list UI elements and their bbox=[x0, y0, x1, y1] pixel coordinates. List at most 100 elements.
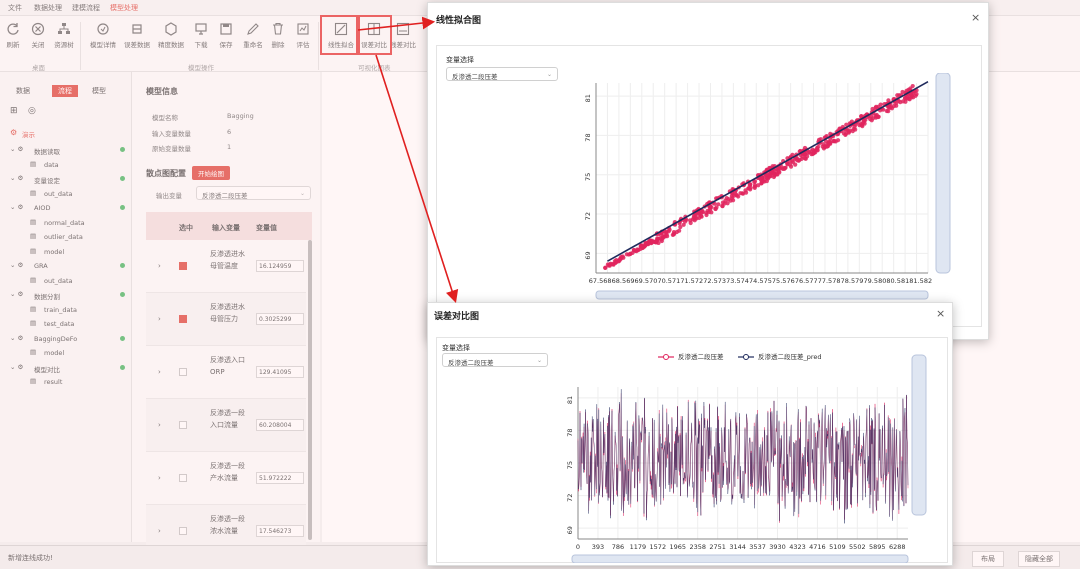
toolbar-divider bbox=[318, 22, 319, 70]
sidebar: 数据 流程 模型 ⊞ ◎ ⚙ 演示 ⌄ ⚙ 数据读取 ▤ data ⌄ ⚙ 变量设定 ▤ ou… bbox=[0, 72, 132, 542]
menu-model-processing[interactable]: 模型处理 bbox=[110, 3, 138, 13]
scatter-point bbox=[638, 246, 643, 252]
y-tick-label: 69 bbox=[566, 526, 574, 534]
tree-leaf[interactable]: train_data bbox=[44, 306, 77, 314]
close-button[interactable]: 关闭 bbox=[25, 22, 51, 62]
close-icon[interactable]: × bbox=[936, 307, 945, 320]
model-detail-button[interactable]: 模型详情 bbox=[90, 22, 116, 62]
x-tick-label: 1572 bbox=[650, 543, 667, 551]
x-tick-label: 72 bbox=[695, 277, 703, 285]
group-label-desktop: 桌面 bbox=[32, 64, 45, 72]
chevron-right-icon[interactable]: › bbox=[158, 474, 161, 482]
tab-model[interactable]: 模型 bbox=[92, 86, 106, 96]
input-var-name: 反渗透一段产水流量 bbox=[210, 462, 245, 482]
var-value-input[interactable]: 129.41095 bbox=[256, 366, 304, 378]
menu-file[interactable]: 文件 bbox=[8, 3, 22, 13]
scatter-point bbox=[884, 108, 889, 114]
refresh-button[interactable]: 刷新 bbox=[0, 22, 26, 62]
delete-button[interactable]: 删除 bbox=[265, 22, 291, 62]
tree-node[interactable]: 数据读取 bbox=[34, 146, 60, 156]
x-tick-label: 78 bbox=[832, 277, 840, 285]
menu-modeling-flow[interactable]: 建模流程 bbox=[72, 3, 100, 13]
error-compare-icon bbox=[367, 22, 381, 36]
chevron-right-icon[interactable]: › bbox=[158, 368, 161, 376]
tree-root[interactable]: 演示 bbox=[22, 129, 35, 139]
chevron-right-icon[interactable]: › bbox=[158, 315, 161, 323]
tree-node[interactable]: GRA bbox=[34, 262, 48, 270]
var-value-input[interactable]: 60.208004 bbox=[256, 419, 304, 431]
download-button[interactable]: 下载 bbox=[188, 22, 214, 62]
residual-compare-button[interactable]: 残差对比 bbox=[390, 22, 416, 62]
x-tick-label: 786 bbox=[612, 543, 624, 551]
error-data-button[interactable]: 误差数据 bbox=[124, 22, 150, 62]
series-line-pred bbox=[577, 389, 909, 524]
tree-node[interactable]: 模型对比 bbox=[34, 364, 60, 374]
error-compare-button[interactable]: 误差对比 bbox=[361, 22, 387, 62]
tree-leaf[interactable]: result bbox=[44, 378, 62, 386]
tree-leaf[interactable]: out_data bbox=[44, 190, 73, 198]
tree-node[interactable]: AIOD bbox=[34, 204, 51, 212]
locate-icon[interactable]: ◎ bbox=[28, 106, 36, 116]
tree-node[interactable]: BaggingDeFo bbox=[34, 335, 77, 343]
tree-leaf[interactable]: out_data bbox=[44, 277, 73, 285]
scatter-point bbox=[910, 83, 915, 89]
tree-leaf[interactable]: model bbox=[44, 349, 64, 357]
field-label: 原始变量数量 bbox=[152, 145, 191, 153]
header-input-var: 输入变量 bbox=[212, 224, 240, 232]
group-label-model-ops: 模型操作 bbox=[188, 64, 214, 72]
hide-all-button[interactable]: 隐藏全部 bbox=[1018, 551, 1060, 567]
var-select-label: 变量选择 bbox=[446, 56, 474, 64]
var-value-input[interactable]: 17.546273 bbox=[256, 525, 304, 537]
evaluate-button[interactable]: 评估 bbox=[290, 22, 316, 62]
tree-leaf[interactable]: normal_data bbox=[44, 219, 85, 227]
start-plot-button[interactable]: 开始绘图 bbox=[192, 166, 230, 180]
row-checkbox[interactable] bbox=[179, 315, 187, 323]
x-tick-label: 2751 bbox=[709, 543, 726, 551]
x-tick-label: 3144 bbox=[729, 543, 746, 551]
save-icon bbox=[220, 23, 232, 35]
field-value: Bagging bbox=[227, 112, 254, 120]
x-tick-label: 5502 bbox=[849, 543, 866, 551]
tree-leaf[interactable]: model bbox=[44, 248, 64, 256]
group-label-visual-charts: 可视化图表 bbox=[358, 64, 391, 72]
var-value-input[interactable]: 16.124959 bbox=[256, 260, 304, 272]
tab-data[interactable]: 数据 bbox=[16, 86, 30, 96]
chevron-right-icon[interactable]: › bbox=[158, 421, 161, 429]
resource-tree-button[interactable]: 资源树 bbox=[51, 22, 77, 62]
save-button[interactable]: 保存 bbox=[213, 22, 239, 62]
expand-all-icon[interactable]: ⊞ bbox=[10, 106, 18, 116]
chevron-right-icon[interactable]: › bbox=[158, 262, 161, 270]
tree-node[interactable]: 数据分割 bbox=[34, 291, 60, 301]
menu-data-processing[interactable]: 数据处理 bbox=[34, 3, 62, 13]
tree-leaf[interactable]: test_data bbox=[44, 320, 74, 328]
linear-fit-button[interactable]: 线性拟合 bbox=[328, 22, 354, 62]
row-checkbox[interactable] bbox=[179, 262, 187, 270]
tree-leaf[interactable]: data bbox=[44, 161, 59, 169]
node-icon: ⌄ ⚙ bbox=[10, 333, 24, 342]
chevron-right-icon[interactable]: › bbox=[158, 527, 161, 535]
tree-leaf[interactable]: outlier_data bbox=[44, 233, 83, 241]
grid-scrollbar[interactable] bbox=[308, 240, 312, 540]
dataset-icon: ▤ bbox=[30, 275, 37, 284]
row-checkbox[interactable] bbox=[179, 368, 187, 376]
scatter-point bbox=[833, 139, 838, 144]
var-select[interactable]: 反渗透二段压差 ⌄ bbox=[446, 67, 558, 81]
output-var-select[interactable]: 反渗透二段压差 ⌄ bbox=[196, 186, 311, 200]
tree-node[interactable]: 变量设定 bbox=[34, 175, 60, 185]
precision-data-button[interactable]: 精度数据 bbox=[158, 22, 184, 62]
row-checkbox[interactable] bbox=[179, 527, 187, 535]
var-value-input[interactable]: 51.972222 bbox=[256, 472, 304, 484]
layout-button[interactable]: 布局 bbox=[972, 551, 1004, 567]
download-icon bbox=[195, 23, 207, 35]
dataset-icon: ▤ bbox=[30, 217, 37, 226]
x-tick-label: 72.5 bbox=[703, 277, 717, 285]
output-var-value: 反渗透二段压差 bbox=[202, 192, 248, 200]
var-select[interactable]: 反渗透二段压差 ⌄ bbox=[442, 353, 548, 367]
y-zoom-slider bbox=[911, 354, 927, 516]
var-value-input[interactable]: 0.3025299 bbox=[256, 313, 304, 325]
close-icon[interactable]: × bbox=[971, 11, 980, 24]
row-checkbox[interactable] bbox=[179, 474, 187, 482]
rename-button[interactable]: 重命名 bbox=[240, 22, 266, 62]
tab-flow[interactable]: 流程 bbox=[52, 85, 78, 97]
row-checkbox[interactable] bbox=[179, 421, 187, 429]
